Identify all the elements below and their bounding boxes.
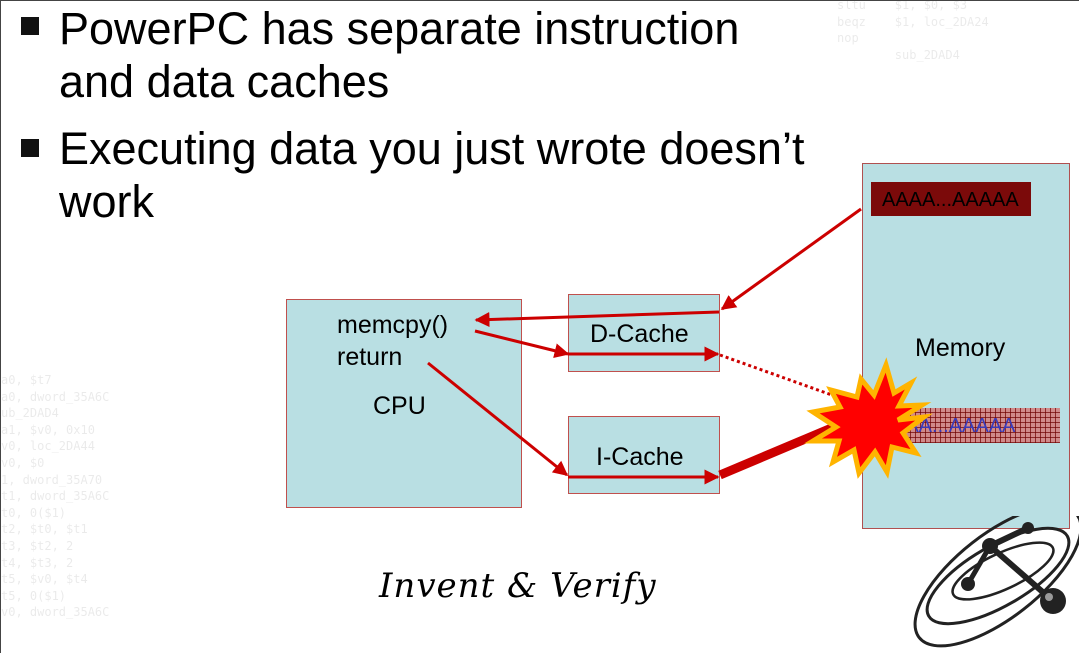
- atom-logo-icon: [913, 516, 1079, 648]
- slide: a0, $t7 a0, dword_35A6C ub_2DAD4 a1, $v0, 0…: [0, 0, 1079, 653]
- invent-verify-signature: Invent & Verify: [379, 566, 657, 606]
